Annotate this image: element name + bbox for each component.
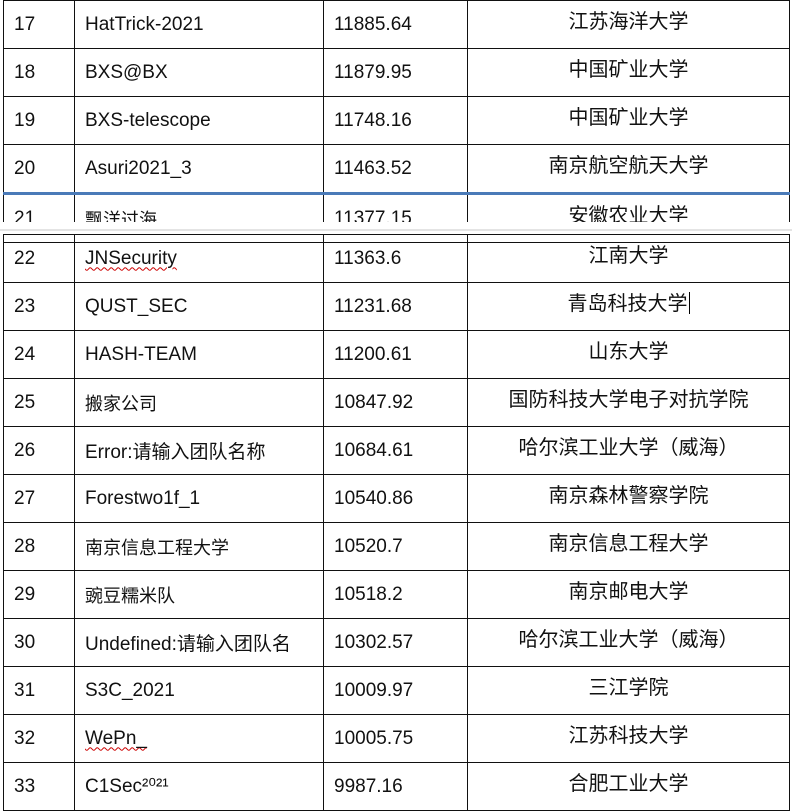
school-cell: 南京邮电大学 xyxy=(467,570,790,619)
school-cell: 中国矿业大学 xyxy=(467,96,790,145)
table-row: 19 BXS-telescope 11748.16 中国矿业大学 xyxy=(3,96,790,145)
rank-cell: 24 xyxy=(3,330,75,379)
score-cell: 11231.68 xyxy=(323,282,468,331)
page-break-gap xyxy=(0,222,792,234)
school-cell: 南京森林警察学院 xyxy=(467,474,790,523)
school-cell: 哈尔滨工业大学（威海） xyxy=(467,618,790,667)
school-cell: 江苏科技大学 xyxy=(467,714,790,763)
school-cell: 江南大学 xyxy=(467,234,790,283)
team-cell: HatTrick-2021 xyxy=(74,0,324,49)
table-row: 17 HatTrick-2021 11885.64 江苏海洋大学 xyxy=(3,0,790,49)
team-cell: BXS@BX xyxy=(74,48,324,97)
school-cell: 山东大学 xyxy=(467,330,790,379)
table-row: 33 C1Sec²⁰²¹ 9987.16 合肥工业大学 xyxy=(3,762,790,811)
rank-cell: 33 xyxy=(3,762,75,811)
team-cell: BXS-telescope xyxy=(74,96,324,145)
spellcheck-underlined-text: WePn_ xyxy=(85,727,147,749)
score-cell: 11748.16 xyxy=(323,96,468,145)
rank-cell: 31 xyxy=(3,666,75,715)
school-cell: 三江学院 xyxy=(467,666,790,715)
table-row: 23 QUST_SEC 11231.68 青岛科技大学 xyxy=(3,282,790,331)
table-row: 26 Error:请输入团队名称 10684.61 哈尔滨工业大学（威海） xyxy=(3,426,790,475)
rank-cell: 22 xyxy=(3,234,75,283)
score-cell: 10684.61 xyxy=(323,426,468,475)
rank-cell: 19 xyxy=(3,96,75,145)
table-row: 25 搬家公司 10847.92 国防科技大学电子对抗学院 xyxy=(3,378,790,427)
rank-cell: 32 xyxy=(3,714,75,763)
team-cell: S3C_2021 xyxy=(74,666,324,715)
rank-cell: 28 xyxy=(3,522,75,571)
rank-cell: 27 xyxy=(3,474,75,523)
team-cell: 搬家公司 xyxy=(74,378,324,427)
team-cell: QUST_SEC xyxy=(74,282,324,331)
score-cell: 10540.86 xyxy=(323,474,468,523)
score-cell: 11363.6 xyxy=(323,234,468,283)
team-cell: Forestwo1f_1 xyxy=(74,474,324,523)
team-cell: C1Sec²⁰²¹ xyxy=(74,762,324,811)
school-text: 青岛科技大学 xyxy=(567,291,688,315)
table-row: 28 南京信息工程大学 10520.7 南京信息工程大学 xyxy=(3,522,790,571)
school-cell: 南京航空航天大学 xyxy=(467,144,790,194)
school-cell: 江苏海洋大学 xyxy=(467,0,790,49)
rank-cell: 30 xyxy=(3,618,75,667)
table-row: 22 JNSecurity 11363.6 江南大学 xyxy=(3,234,790,283)
table-row: 20 Asuri2021_3 11463.52 南京航空航天大学 xyxy=(3,144,790,194)
table-row: 29 豌豆糯米队 10518.2 南京邮电大学 xyxy=(3,570,790,619)
team-cell: 南京信息工程大学 xyxy=(74,522,324,571)
ranking-table-top: 17 HatTrick-2021 11885.64 江苏海洋大学 18 BXS@… xyxy=(3,0,790,243)
spellcheck-underlined-text: JNSecurity xyxy=(85,247,177,269)
school-cell: 南京信息工程大学 xyxy=(467,522,790,571)
rank-cell: 20 xyxy=(3,144,75,194)
team-cell: Error:请输入团队名称 xyxy=(74,426,324,475)
team-cell: Undefined:请输入团队名 xyxy=(74,618,324,667)
score-cell: 11200.61 xyxy=(323,330,468,379)
page-break-line xyxy=(0,229,792,231)
rank-cell: 29 xyxy=(3,570,75,619)
ranking-table-bottom: 22 JNSecurity 11363.6 江南大学 23 QUST_SEC 1… xyxy=(3,234,790,811)
score-cell: 11885.64 xyxy=(323,0,468,49)
team-cell: WePn_ xyxy=(74,714,324,763)
score-cell: 9987.16 xyxy=(323,762,468,811)
school-cell: 中国矿业大学 xyxy=(467,48,790,97)
rank-cell: 25 xyxy=(3,378,75,427)
score-cell: 11879.95 xyxy=(323,48,468,97)
score-cell: 10005.75 xyxy=(323,714,468,763)
table-row: 31 S3C_2021 10009.97 三江学院 xyxy=(3,666,790,715)
team-cell: 豌豆糯米队 xyxy=(74,570,324,619)
table-row: 24 HASH-TEAM 11200.61 山东大学 xyxy=(3,330,790,379)
score-cell: 10009.97 xyxy=(323,666,468,715)
table-row: 30 Undefined:请输入团队名 10302.57 哈尔滨工业大学（威海） xyxy=(3,618,790,667)
rank-cell: 23 xyxy=(3,282,75,331)
table-row: 27 Forestwo1f_1 10540.86 南京森林警察学院 xyxy=(3,474,790,523)
school-cell[interactable]: 青岛科技大学 xyxy=(467,282,790,331)
rank-cell: 26 xyxy=(3,426,75,475)
table-row: 32 WePn_ 10005.75 江苏科技大学 xyxy=(3,714,790,763)
team-cell: JNSecurity xyxy=(74,234,324,283)
text-cursor xyxy=(688,292,690,314)
school-cell: 国防科技大学电子对抗学院 xyxy=(467,378,790,427)
table-row: 18 BXS@BX 11879.95 中国矿业大学 xyxy=(3,48,790,97)
team-cell: HASH-TEAM xyxy=(74,330,324,379)
score-cell: 11463.52 xyxy=(323,144,468,194)
rank-cell: 18 xyxy=(3,48,75,97)
score-cell: 10518.2 xyxy=(323,570,468,619)
score-cell: 10302.57 xyxy=(323,618,468,667)
school-cell: 哈尔滨工业大学（威海） xyxy=(467,426,790,475)
team-cell: Asuri2021_3 xyxy=(74,144,324,194)
score-cell: 10847.92 xyxy=(323,378,468,427)
school-cell: 合肥工业大学 xyxy=(467,762,790,811)
rank-cell: 17 xyxy=(3,0,75,49)
score-cell: 10520.7 xyxy=(323,522,468,571)
